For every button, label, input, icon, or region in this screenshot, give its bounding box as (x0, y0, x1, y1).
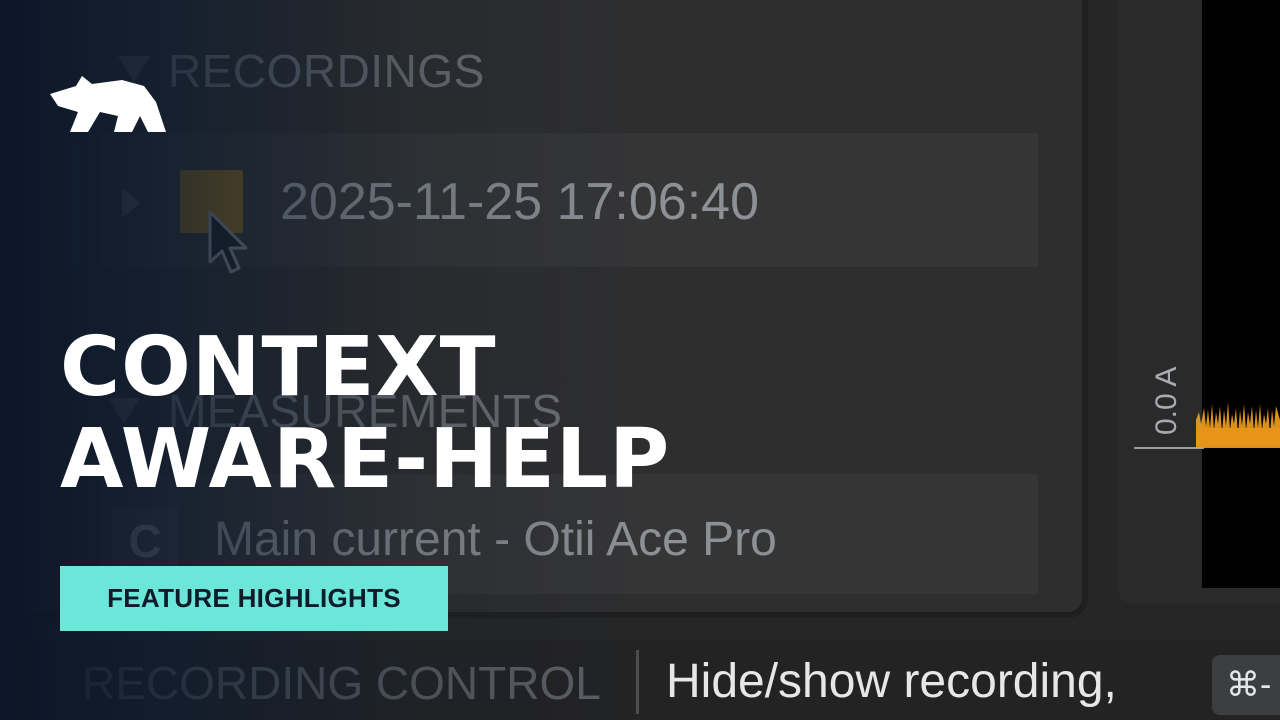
current-signal-trace (1196, 402, 1280, 448)
recording-control-label: RECORDING CONTROL (82, 657, 601, 709)
recordings-header: RECORDINGS (168, 45, 485, 97)
channel-badge: C (112, 508, 178, 574)
recording-expand-icon[interactable] (122, 188, 140, 218)
headline-line-2: AWARE-HELP (60, 412, 671, 507)
panel-rail (64, 140, 78, 270)
video-frame: RECORDINGS 2025-11-25 17:06:40 MEASUREME… (0, 0, 1280, 720)
bear-logo-icon (50, 76, 166, 132)
video-headline: CONTEXT AWARE-HELP (60, 322, 670, 506)
measurement-name: Main current - Otii Ace Pro (214, 513, 777, 566)
y-axis-tick (1134, 447, 1204, 449)
context-help-text: Hide/show recording, (666, 655, 1117, 708)
y-axis-label: 0.0 A (1150, 366, 1183, 435)
shortcut-key: ⌘- (1212, 655, 1280, 715)
feature-highlights-tag: FEATURE HIGHLIGHTS (60, 566, 448, 631)
recording-timestamp: 2025-11-25 17:06:40 (280, 173, 759, 231)
status-divider (636, 650, 639, 714)
graph-canvas[interactable] (1202, 0, 1280, 588)
mouse-cursor-icon (208, 210, 248, 274)
headline-line-1: CONTEXT (60, 320, 497, 415)
